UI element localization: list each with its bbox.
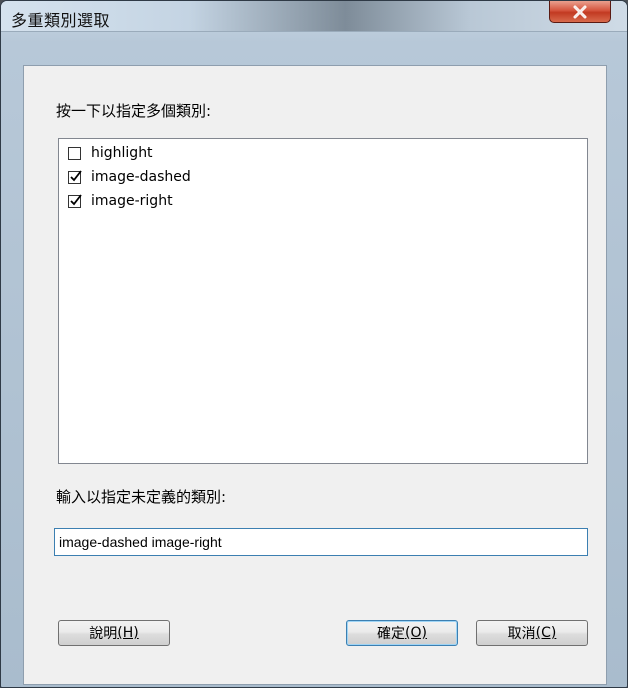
help-button[interactable]: 說明 (H) <box>58 620 170 646</box>
checkmark-icon <box>70 193 82 205</box>
list-item[interactable]: image-right <box>68 190 173 212</box>
help-button-label: 說明 <box>89 626 118 642</box>
checkbox-image-dashed[interactable] <box>68 169 82 184</box>
list-item[interactable]: image-dashed <box>68 166 191 188</box>
ok-button-mnemonic: (O) <box>405 625 427 641</box>
ok-button-label: 確定 <box>377 626 406 642</box>
list-item-label: highlight <box>91 145 153 161</box>
class-listbox[interactable]: highlight image-dashed image-right <box>58 138 588 464</box>
undefined-classes-label: 輸入以指定未定義的類別: <box>56 488 227 506</box>
dialog-window: 多重類別選取 按一下以指定多個類別: highlight image-dashe… <box>0 0 628 688</box>
class-input[interactable] <box>59 534 587 550</box>
title-bar[interactable]: 多重類別選取 <box>1 1 627 32</box>
window-title: 多重類別選取 <box>11 11 111 30</box>
cancel-button[interactable]: 取消 (C) <box>476 620 588 646</box>
list-item-label: image-dashed <box>91 169 191 185</box>
cancel-button-label: 取消 <box>507 626 536 642</box>
class-input-field[interactable] <box>54 528 588 556</box>
list-item[interactable]: highlight <box>68 142 153 164</box>
list-item-label: image-right <box>91 193 173 209</box>
checkbox-highlight[interactable] <box>68 146 81 160</box>
close-button[interactable] <box>549 1 611 23</box>
help-button-mnemonic: (H) <box>117 625 139 641</box>
ok-button[interactable]: 確定 (O) <box>346 620 458 646</box>
checkbox-image-right[interactable] <box>68 193 82 208</box>
close-icon <box>573 5 587 18</box>
select-classes-label: 按一下以指定多個類別: <box>56 102 212 120</box>
cancel-button-mnemonic: (C) <box>535 625 557 641</box>
checkmark-icon <box>70 169 82 181</box>
dialog-body: 按一下以指定多個類別: highlight image-dashed image… <box>23 65 607 685</box>
